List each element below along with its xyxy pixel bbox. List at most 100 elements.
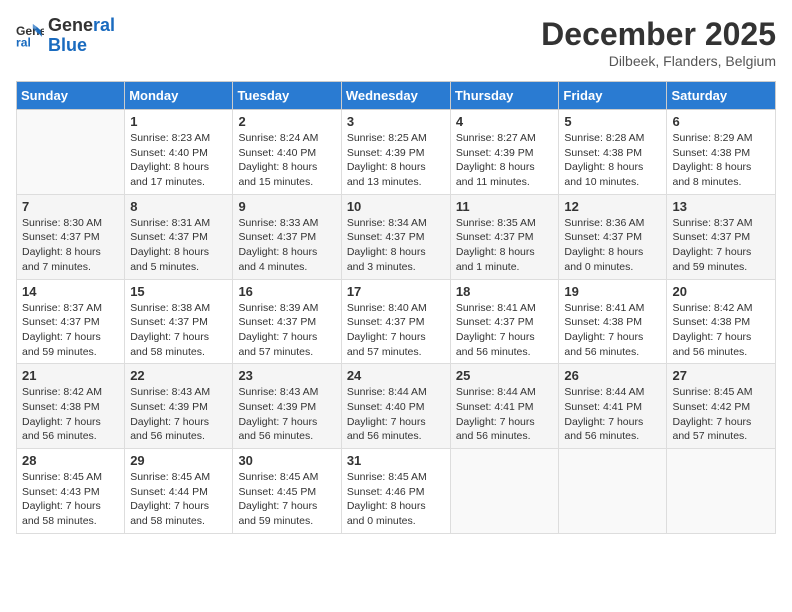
calendar-day-cell: 26 Sunrise: 8:44 AMSunset: 4:41 PMDayligh… xyxy=(559,364,667,449)
day-number: 6 xyxy=(672,114,770,129)
calendar-day-cell: 13 Sunrise: 8:37 AMSunset: 4:37 PMDayligh… xyxy=(667,194,776,279)
day-number: 25 xyxy=(456,368,554,383)
calendar-day-cell: 25 Sunrise: 8:44 AMSunset: 4:41 PMDayligh… xyxy=(450,364,559,449)
col-monday: Monday xyxy=(125,82,233,110)
calendar-week-row: 14 Sunrise: 8:37 AMSunset: 4:37 PMDayligh… xyxy=(17,279,776,364)
day-info: Sunrise: 8:27 AMSunset: 4:39 PMDaylight:… xyxy=(456,131,554,190)
day-info: Sunrise: 8:37 AMSunset: 4:37 PMDaylight:… xyxy=(672,216,770,275)
day-number: 14 xyxy=(22,284,119,299)
day-info: Sunrise: 8:30 AMSunset: 4:37 PMDaylight:… xyxy=(22,216,119,275)
calendar-day-cell xyxy=(559,449,667,534)
day-number: 26 xyxy=(564,368,661,383)
calendar-day-cell: 14 Sunrise: 8:37 AMSunset: 4:37 PMDayligh… xyxy=(17,279,125,364)
col-thursday: Thursday xyxy=(450,82,559,110)
col-tuesday: Tuesday xyxy=(233,82,341,110)
day-number: 28 xyxy=(22,453,119,468)
day-info: Sunrise: 8:34 AMSunset: 4:37 PMDaylight:… xyxy=(347,216,445,275)
day-number: 5 xyxy=(564,114,661,129)
day-number: 31 xyxy=(347,453,445,468)
day-info: Sunrise: 8:44 AMSunset: 4:40 PMDaylight:… xyxy=(347,385,445,444)
logo: Gene ral General Blue xyxy=(16,16,115,56)
calendar-day-cell: 6 Sunrise: 8:29 AMSunset: 4:38 PMDaylight… xyxy=(667,110,776,195)
day-number: 9 xyxy=(238,199,335,214)
day-info: Sunrise: 8:44 AMSunset: 4:41 PMDaylight:… xyxy=(456,385,554,444)
day-info: Sunrise: 8:31 AMSunset: 4:37 PMDaylight:… xyxy=(130,216,227,275)
calendar-day-cell xyxy=(667,449,776,534)
month-title: December 2025 xyxy=(541,16,776,53)
day-number: 12 xyxy=(564,199,661,214)
day-info: Sunrise: 8:25 AMSunset: 4:39 PMDaylight:… xyxy=(347,131,445,190)
day-number: 19 xyxy=(564,284,661,299)
calendar-week-row: 7 Sunrise: 8:30 AMSunset: 4:37 PMDaylight… xyxy=(17,194,776,279)
day-info: Sunrise: 8:45 AMSunset: 4:44 PMDaylight:… xyxy=(130,470,227,529)
day-info: Sunrise: 8:42 AMSunset: 4:38 PMDaylight:… xyxy=(672,301,770,360)
calendar-day-cell: 15 Sunrise: 8:38 AMSunset: 4:37 PMDayligh… xyxy=(125,279,233,364)
day-info: Sunrise: 8:36 AMSunset: 4:37 PMDaylight:… xyxy=(564,216,661,275)
calendar-day-cell xyxy=(450,449,559,534)
day-number: 30 xyxy=(238,453,335,468)
calendar-day-cell: 21 Sunrise: 8:42 AMSunset: 4:38 PMDayligh… xyxy=(17,364,125,449)
calendar-day-cell: 22 Sunrise: 8:43 AMSunset: 4:39 PMDayligh… xyxy=(125,364,233,449)
calendar-table: Sunday Monday Tuesday Wednesday Thursday… xyxy=(16,81,776,534)
calendar-week-row: 28Sunrise: 8:45 AMSunset: 4:43 PMDayligh… xyxy=(17,449,776,534)
day-info: Sunrise: 8:38 AMSunset: 4:37 PMDaylight:… xyxy=(130,301,227,360)
calendar-day-cell: 11 Sunrise: 8:35 AMSunset: 4:37 PMDayligh… xyxy=(450,194,559,279)
day-info: Sunrise: 8:37 AMSunset: 4:37 PMDaylight:… xyxy=(22,301,119,360)
day-info: Sunrise: 8:42 AMSunset: 4:38 PMDaylight:… xyxy=(22,385,119,444)
calendar-day-cell: 12 Sunrise: 8:36 AMSunset: 4:37 PMDayligh… xyxy=(559,194,667,279)
day-number: 21 xyxy=(22,368,119,383)
col-friday: Friday xyxy=(559,82,667,110)
location: Dilbeek, Flanders, Belgium xyxy=(541,53,776,69)
day-number: 27 xyxy=(672,368,770,383)
calendar-day-cell: 29Sunrise: 8:45 AMSunset: 4:44 PMDayligh… xyxy=(125,449,233,534)
day-number: 24 xyxy=(347,368,445,383)
calendar-day-cell: 16 Sunrise: 8:39 AMSunset: 4:37 PMDayligh… xyxy=(233,279,341,364)
day-number: 8 xyxy=(130,199,227,214)
col-wednesday: Wednesday xyxy=(341,82,450,110)
day-number: 1 xyxy=(130,114,227,129)
day-number: 18 xyxy=(456,284,554,299)
day-number: 20 xyxy=(672,284,770,299)
day-info: Sunrise: 8:43 AMSunset: 4:39 PMDaylight:… xyxy=(130,385,227,444)
day-number: 4 xyxy=(456,114,554,129)
calendar-day-cell: 31 Sunrise: 8:45 AMSunset: 4:46 PMDayligh… xyxy=(341,449,450,534)
svg-text:ral: ral xyxy=(16,35,31,49)
title-block: December 2025 Dilbeek, Flanders, Belgium xyxy=(541,16,776,69)
day-info: Sunrise: 8:24 AMSunset: 4:40 PMDaylight:… xyxy=(238,131,335,190)
day-info: Sunrise: 8:35 AMSunset: 4:37 PMDaylight:… xyxy=(456,216,554,275)
calendar-day-cell: 19 Sunrise: 8:41 AMSunset: 4:38 PMDayligh… xyxy=(559,279,667,364)
day-number: 13 xyxy=(672,199,770,214)
day-info: Sunrise: 8:29 AMSunset: 4:38 PMDaylight:… xyxy=(672,131,770,190)
day-info: Sunrise: 8:33 AMSunset: 4:37 PMDaylight:… xyxy=(238,216,335,275)
calendar-day-cell: 18Sunrise: 8:41 AMSunset: 4:37 PMDayligh… xyxy=(450,279,559,364)
col-saturday: Saturday xyxy=(667,82,776,110)
day-number: 2 xyxy=(238,114,335,129)
day-number: 11 xyxy=(456,199,554,214)
day-number: 16 xyxy=(238,284,335,299)
calendar-day-cell: 17Sunrise: 8:40 AMSunset: 4:37 PMDayligh… xyxy=(341,279,450,364)
calendar-day-cell xyxy=(17,110,125,195)
calendar-day-cell: 30Sunrise: 8:45 AMSunset: 4:45 PMDayligh… xyxy=(233,449,341,534)
logo-line2: Blue xyxy=(48,36,115,56)
calendar-day-cell: 3 Sunrise: 8:25 AMSunset: 4:39 PMDaylight… xyxy=(341,110,450,195)
calendar-day-cell: 10Sunrise: 8:34 AMSunset: 4:37 PMDayligh… xyxy=(341,194,450,279)
day-info: Sunrise: 8:45 AMSunset: 4:46 PMDaylight:… xyxy=(347,470,445,529)
logo-icon: Gene ral xyxy=(16,22,44,50)
day-info: Sunrise: 8:45 AMSunset: 4:42 PMDaylight:… xyxy=(672,385,770,444)
day-number: 3 xyxy=(347,114,445,129)
day-info: Sunrise: 8:41 AMSunset: 4:38 PMDaylight:… xyxy=(564,301,661,360)
day-info: Sunrise: 8:28 AMSunset: 4:38 PMDaylight:… xyxy=(564,131,661,190)
day-number: 15 xyxy=(130,284,227,299)
calendar-day-cell: 2 Sunrise: 8:24 AMSunset: 4:40 PMDaylight… xyxy=(233,110,341,195)
day-info: Sunrise: 8:39 AMSunset: 4:37 PMDaylight:… xyxy=(238,301,335,360)
day-info: Sunrise: 8:44 AMSunset: 4:41 PMDaylight:… xyxy=(564,385,661,444)
calendar-day-cell: 4 Sunrise: 8:27 AMSunset: 4:39 PMDaylight… xyxy=(450,110,559,195)
day-number: 22 xyxy=(130,368,227,383)
day-info: Sunrise: 8:43 AMSunset: 4:39 PMDaylight:… xyxy=(238,385,335,444)
calendar-week-row: 1Sunrise: 8:23 AMSunset: 4:40 PMDaylight… xyxy=(17,110,776,195)
day-number: 17 xyxy=(347,284,445,299)
calendar-day-cell: 28Sunrise: 8:45 AMSunset: 4:43 PMDayligh… xyxy=(17,449,125,534)
calendar-day-cell: 27 Sunrise: 8:45 AMSunset: 4:42 PMDayligh… xyxy=(667,364,776,449)
day-number: 7 xyxy=(22,199,119,214)
calendar-day-cell: 24 Sunrise: 8:44 AMSunset: 4:40 PMDayligh… xyxy=(341,364,450,449)
